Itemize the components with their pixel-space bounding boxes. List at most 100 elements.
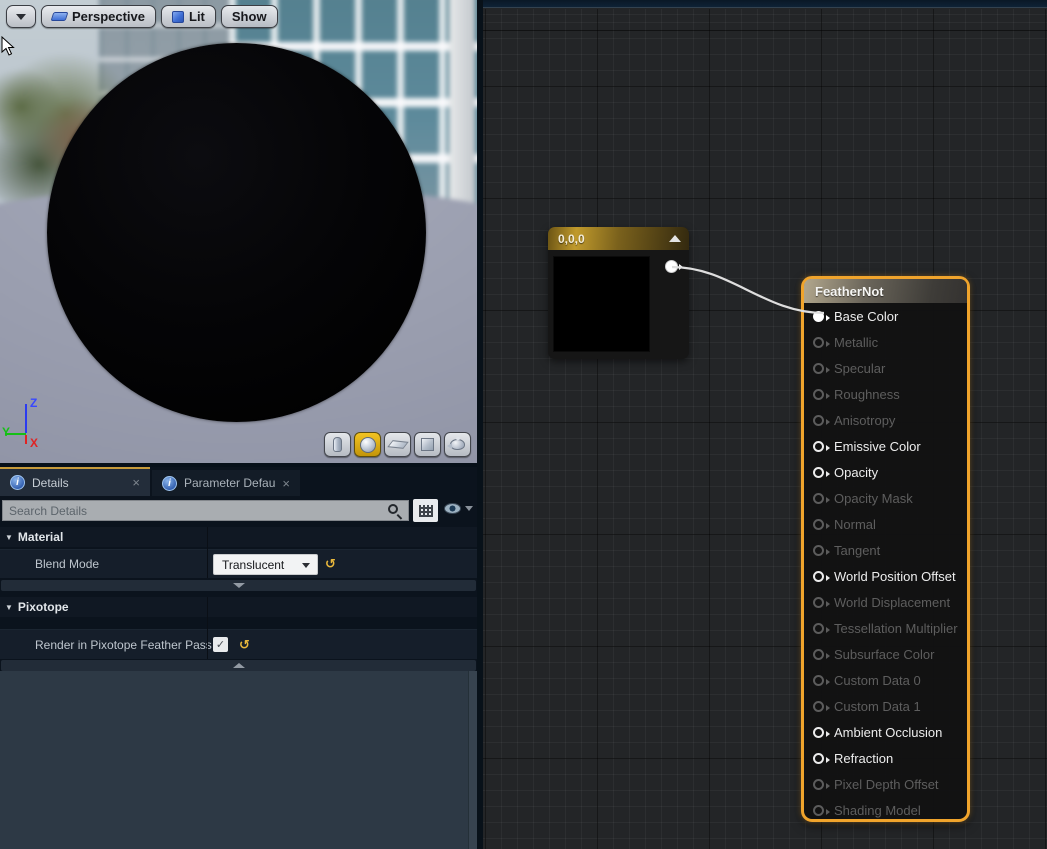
- preview-viewport[interactable]: Perspective Lit Show Z Y X: [0, 0, 477, 463]
- base-color-pin-icon[interactable]: [813, 311, 824, 322]
- pin-row-base-color: Base Color: [804, 303, 967, 329]
- perspective-icon: [51, 12, 69, 21]
- viewport-options-button[interactable]: [6, 5, 36, 28]
- chevron-down-icon: [16, 14, 26, 20]
- constant-output-pin[interactable]: [665, 260, 678, 273]
- building-pillar: [449, 0, 475, 219]
- shading-model-pin-label: Shading Model: [834, 803, 921, 818]
- visibility-filter-button[interactable]: [444, 503, 473, 514]
- pixel-depth-offset-pin-label: Pixel Depth Offset: [834, 777, 939, 792]
- pin-row-custom-data-1: Custom Data 1: [804, 693, 967, 719]
- close-icon[interactable]: ×: [282, 476, 290, 491]
- anisotropy-pin-icon[interactable]: [813, 415, 824, 426]
- pixotope-section-title: Pixotope: [18, 600, 69, 614]
- subsurface-color-pin-icon[interactable]: [813, 649, 824, 660]
- specular-pin-icon[interactable]: [813, 363, 824, 374]
- shading-model-pin-icon[interactable]: [813, 805, 824, 816]
- world-position-offset-pin-icon[interactable]: [813, 571, 824, 582]
- material-output-node[interactable]: FeatherNot Base ColorMetallic Specular Rou…: [801, 276, 970, 822]
- cube-shape-button[interactable]: [414, 432, 441, 457]
- feather-pass-row: Render in Pixotope Feather Pass ✓ ↺: [0, 629, 477, 659]
- material-graph-panel: 0,0,0 FeatherNot Base ColorMetallic Specu…: [477, 0, 1047, 849]
- show-button[interactable]: Show: [221, 5, 278, 28]
- roughness-pin-icon[interactable]: [813, 389, 824, 400]
- opacity-mask-pin-icon[interactable]: [813, 493, 824, 504]
- tab-parameter-defaults[interactable]: i Parameter Defaults ×: [152, 470, 300, 496]
- pin-row-normal: Normal: [804, 511, 967, 537]
- feather-pass-checkbox[interactable]: ✓: [213, 637, 228, 652]
- lit-cube-icon: [172, 11, 184, 23]
- refraction-pin-icon[interactable]: [813, 753, 824, 764]
- axis-gizmo: Z Y X: [2, 394, 56, 448]
- pin-row-emissive-color: Emissive Color: [804, 433, 967, 459]
- custom-data-0-pin-icon[interactable]: [813, 675, 824, 686]
- pin-row-shading-model: Shading Model: [804, 797, 967, 823]
- blend-mode-dropdown[interactable]: Translucent: [213, 554, 318, 575]
- sphere-shape-button[interactable]: [354, 432, 381, 457]
- grid-view-icon: [419, 505, 433, 517]
- metallic-pin-icon[interactable]: [813, 337, 824, 348]
- world-displacement-pin-label: World Displacement: [834, 595, 950, 610]
- blend-mode-row: Blend Mode Translucent ↺: [0, 549, 477, 578]
- constant-node-header[interactable]: 0,0,0: [548, 227, 689, 250]
- reset-to-default-button[interactable]: ↺: [325, 556, 336, 572]
- lit-mode-button[interactable]: Lit: [161, 5, 216, 28]
- pixel-depth-offset-pin-icon[interactable]: [813, 779, 824, 790]
- material-advanced-expander[interactable]: [1, 580, 476, 591]
- checkmark-icon: ✓: [216, 638, 225, 651]
- collapse-up-icon[interactable]: [669, 235, 681, 242]
- opacity-pin-icon[interactable]: [813, 467, 824, 478]
- pin-row-tangent: Tangent: [804, 537, 967, 563]
- grid-view-button[interactable]: [413, 499, 438, 522]
- pin-row-world-position-offset: World Position Offset: [804, 563, 967, 589]
- perspective-button[interactable]: Perspective: [41, 5, 156, 28]
- blend-mode-value: Translucent: [222, 558, 284, 572]
- normal-pin-icon[interactable]: [813, 519, 824, 530]
- details-scrollbar[interactable]: [468, 671, 477, 849]
- plane-shape-button[interactable]: [384, 432, 411, 457]
- material-editor-window: Perspective Lit Show Z Y X i: [0, 0, 1047, 849]
- material-section-header[interactable]: ▼ Material: [0, 527, 477, 547]
- pin-row-roughness: Roughness: [804, 381, 967, 407]
- constant-color-swatch: [553, 256, 650, 352]
- sphere-icon: [360, 437, 376, 453]
- close-icon[interactable]: ×: [132, 475, 140, 490]
- mouse-cursor: [1, 36, 16, 57]
- constant-color-node[interactable]: 0,0,0: [548, 227, 689, 359]
- search-input[interactable]: [2, 500, 409, 521]
- opacity-pin-label: Opacity: [834, 465, 878, 480]
- emissive-color-pin-icon[interactable]: [813, 441, 824, 452]
- x-axis-line: [25, 435, 27, 444]
- tangent-pin-icon[interactable]: [813, 545, 824, 556]
- details-tab-icon: i: [10, 475, 25, 490]
- preview-shape-buttons: [324, 432, 471, 457]
- cylinder-shape-button[interactable]: [324, 432, 351, 457]
- feather-pass-label: Render in Pixotope Feather Pass: [35, 638, 212, 652]
- teapot-shape-button[interactable]: [444, 432, 471, 457]
- plane-icon: [387, 440, 408, 449]
- pixotope-section-header[interactable]: ▼ Pixotope: [0, 597, 477, 617]
- pin-row-opacity-mask: Opacity Mask: [804, 485, 967, 511]
- search-icon: [388, 504, 398, 514]
- opacity-mask-pin-label: Opacity Mask: [834, 491, 913, 506]
- pin-row-metallic: Metallic: [804, 329, 967, 355]
- x-axis-label: X: [30, 436, 38, 450]
- pixotope-advanced-expander[interactable]: [1, 660, 476, 671]
- specular-pin-label: Specular: [834, 361, 885, 376]
- column-divider: [207, 527, 208, 578]
- material-node-header[interactable]: FeatherNot: [804, 279, 967, 303]
- custom-data-1-pin-icon[interactable]: [813, 701, 824, 712]
- pin-row-specular: Specular: [804, 355, 967, 381]
- ambient-occlusion-pin-label: Ambient Occlusion: [834, 725, 942, 740]
- ambient-occlusion-pin-icon[interactable]: [813, 727, 824, 738]
- expand-up-icon: [233, 663, 245, 668]
- tessellation-multiplier-pin-icon[interactable]: [813, 623, 824, 634]
- tab-details[interactable]: i Details ×: [0, 467, 150, 496]
- z-axis-label: Z: [30, 396, 37, 410]
- reset-to-default-button[interactable]: ↺: [239, 637, 250, 653]
- tessellation-multiplier-pin-label: Tessellation Multiplier: [834, 621, 958, 636]
- tangent-pin-label: Tangent: [834, 543, 880, 558]
- world-displacement-pin-icon[interactable]: [813, 597, 824, 608]
- collapse-arrow-icon: ▼: [5, 533, 13, 542]
- eye-icon: [444, 503, 461, 514]
